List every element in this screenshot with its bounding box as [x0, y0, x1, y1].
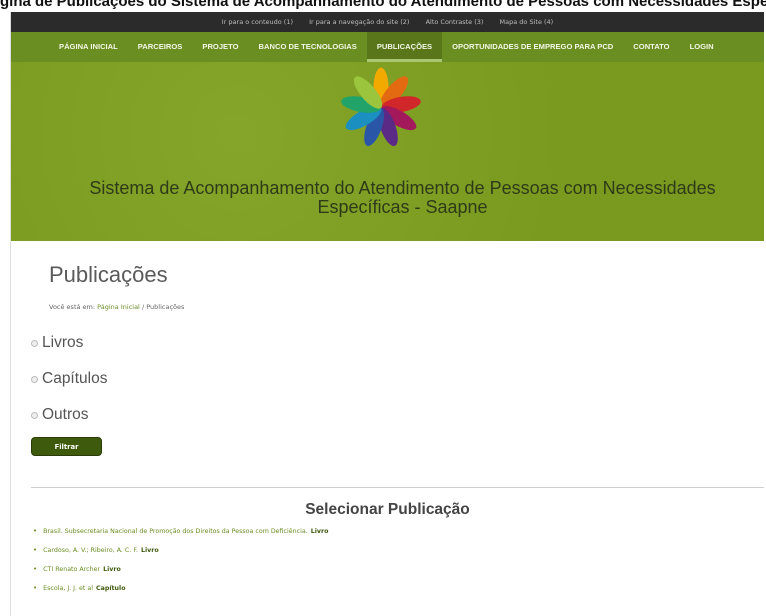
filter-button[interactable]: Filtrar [31, 437, 102, 456]
nav-item-partners[interactable]: PARCEIROS [128, 32, 193, 62]
publication-type-filters: Livros Capítulos Outros [11, 325, 764, 433]
bullet-icon: • [33, 546, 38, 554]
nav-item-project[interactable]: PROJETO [192, 32, 248, 62]
nav-item-technology-bank[interactable]: BANCO DE TECNOLOGIAS [249, 32, 367, 62]
section-divider [31, 487, 764, 488]
breadcrumb: Você está em: Página Inicial / Publicaçõ… [49, 303, 764, 311]
breadcrumb-home-link[interactable]: Página Inicial [97, 303, 140, 311]
filter-option-chapters[interactable]: Capítulos [31, 361, 764, 397]
filter-option-others[interactable]: Outros [31, 397, 764, 433]
publication-author-link[interactable]: Cardoso, A. V.; Ribeiro, A. C. F. [43, 546, 138, 555]
list-item: • Escola, J. J. et al Capítulo [33, 579, 328, 598]
high-contrast-link[interactable]: Alto Contraste (3) [426, 18, 484, 26]
nav-item-job-opportunities[interactable]: OPORTUNIDADES DE EMPREGO PARA PCD [442, 32, 623, 62]
list-item: • Cardoso, A. V.; Ribeiro, A. C. F. Livr… [33, 541, 328, 560]
figure-caption-fragment: gina de Publicações do Sistema de Acompa… [0, 0, 766, 12]
publication-author-link[interactable]: Escola, J. J. et al [43, 584, 93, 593]
nav-item-home[interactable]: PÁGINA INICIAL [49, 32, 128, 62]
bullet-icon: • [33, 584, 38, 592]
main-content: Publicações Você está em: Página Inicial… [11, 241, 764, 592]
others-radio[interactable] [31, 411, 38, 419]
site-title: Sistema de Acompanhamento do Atendimento… [89, 178, 716, 217]
main-navigation: PÁGINA INICIAL PARCEIROS PROJETO BANCO D… [11, 32, 764, 62]
pinwheel-logo-icon[interactable] [339, 66, 423, 150]
skip-to-navigation-link[interactable]: Ir para a navegação do site (2) [309, 18, 409, 26]
site-banner: Sistema de Acompanhamento do Atendimento… [11, 62, 764, 241]
publication-author-link[interactable]: Brasil. Subsecretaria Nacional de Promoç… [43, 527, 308, 536]
bullet-icon: • [33, 527, 38, 535]
accessibility-bar: Ir para o conteudo (1) Ir para a navegaç… [11, 12, 764, 32]
browser-page: Ir para o conteudo (1) Ir para a navegaç… [10, 12, 764, 616]
filter-option-books[interactable]: Livros [31, 325, 764, 361]
breadcrumb-current: Publicações [146, 303, 185, 311]
caption-text: gina de Publicações do Sistema de Acompa… [0, 0, 766, 10]
publication-type[interactable]: Livro [103, 565, 121, 574]
filter-label-chapters[interactable]: Capítulos [42, 370, 107, 388]
breadcrumb-separator: / [141, 303, 145, 311]
breadcrumb-prefix: Você está em: [49, 303, 96, 311]
list-item: • CTI Renato Archer Livro [33, 560, 328, 579]
select-publication-heading: Selecionar Publicação [305, 501, 470, 518]
site-map-link[interactable]: Mapa do Site (4) [500, 18, 554, 26]
publication-type[interactable]: Livro [311, 527, 329, 536]
publication-type[interactable]: Livro [141, 546, 159, 555]
publication-list: • Brasil. Subsecretaria Nacional de Prom… [33, 522, 328, 598]
books-radio[interactable] [31, 339, 38, 347]
nav-item-contact[interactable]: CONTATO [623, 32, 679, 62]
nav-item-publications[interactable]: PUBLICAÇÕES [366, 32, 443, 62]
filter-label-books[interactable]: Livros [42, 334, 83, 352]
chapters-radio[interactable] [31, 375, 38, 383]
bullet-icon: • [33, 565, 38, 573]
publication-author-link[interactable]: CTI Renato Archer [43, 565, 100, 574]
filter-label-others[interactable]: Outros [42, 406, 89, 424]
publication-type[interactable]: Capítulo [96, 584, 126, 593]
skip-to-content-link[interactable]: Ir para o conteudo (1) [222, 18, 293, 26]
nav-item-login[interactable]: LOGIN [680, 32, 724, 62]
list-item: • Brasil. Subsecretaria Nacional de Prom… [33, 522, 328, 541]
page-title: Publicações [49, 262, 168, 287]
